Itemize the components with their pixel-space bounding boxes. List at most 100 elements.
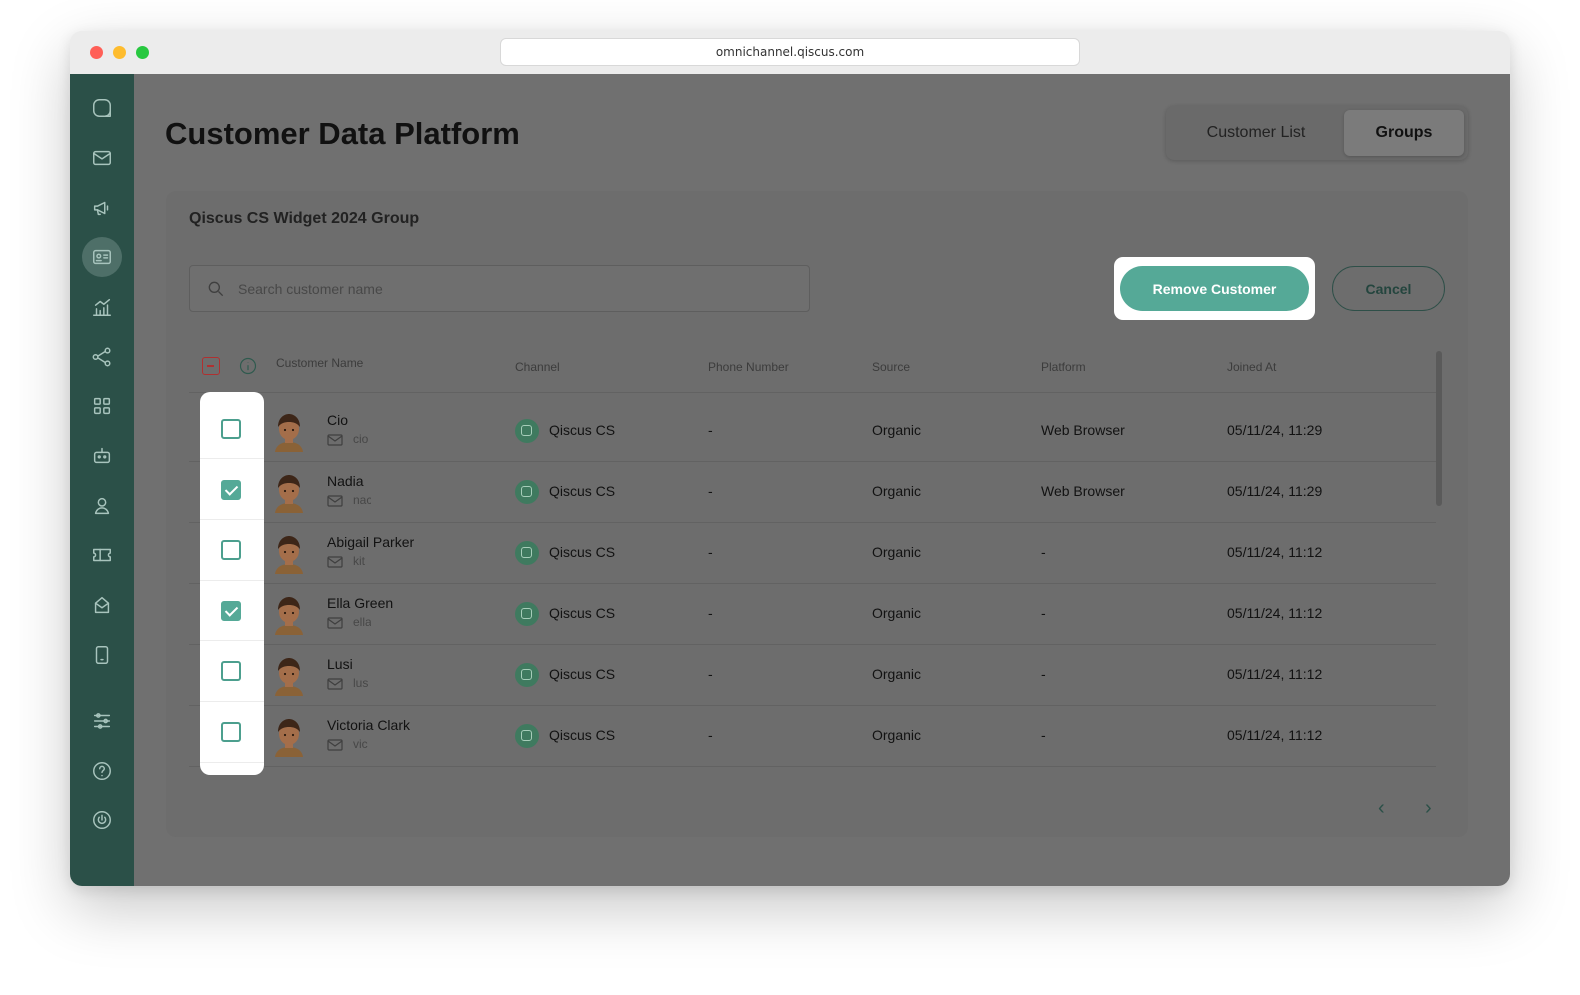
phone-cell: - xyxy=(708,422,713,438)
customer-email: lus xyxy=(353,676,369,690)
previous-page-button[interactable]: ‹ xyxy=(1378,797,1385,820)
column-header-joined: Joined At xyxy=(1227,360,1277,374)
row-checkbox[interactable] xyxy=(221,480,241,500)
joined-cell: 05/11/24, 11:12 xyxy=(1227,605,1323,621)
maximize-window-button[interactable] xyxy=(136,46,149,59)
contact-card-icon[interactable] xyxy=(82,237,122,277)
mobile-icon[interactable] xyxy=(82,635,122,675)
joined-cell: 05/11/24, 11:29 xyxy=(1227,422,1323,438)
mailbox-icon[interactable] xyxy=(82,585,122,625)
table-row[interactable]: Victoria Clark vic Qiscus CS - Organic -… xyxy=(189,706,1436,767)
platform-cell: - xyxy=(1041,666,1046,682)
customer-email: ella xyxy=(353,615,371,629)
avatar xyxy=(275,658,303,696)
email-icon xyxy=(327,738,343,751)
qiscus-logo-icon[interactable] xyxy=(82,88,122,128)
customer-name[interactable]: Victoria Clark xyxy=(327,717,410,733)
avatar xyxy=(275,475,303,513)
row-checkbox[interactable] xyxy=(221,601,241,621)
platform-cell: - xyxy=(1041,727,1046,743)
customer-name[interactable]: Cio xyxy=(327,412,348,428)
channel-cell: Qiscus CS xyxy=(549,605,616,621)
info-icon[interactable] xyxy=(238,356,258,376)
email-icon xyxy=(327,494,343,507)
phone-cell: - xyxy=(708,727,713,743)
joined-cell: 05/11/24, 11:12 xyxy=(1227,666,1323,682)
customer-email: kit xyxy=(353,554,365,568)
group-card: Qiscus CS Widget 2024 Group Remove Custo… xyxy=(166,191,1468,837)
row-checkbox[interactable] xyxy=(221,661,241,681)
qiscus-channel-icon xyxy=(515,602,539,626)
source-cell: Organic xyxy=(872,666,922,682)
column-header-name: Customer Name xyxy=(276,356,364,370)
customer-name[interactable]: Nadia xyxy=(327,473,364,489)
platform-cell: - xyxy=(1041,544,1046,560)
search-box xyxy=(189,265,810,312)
channel-cell: Qiscus CS xyxy=(549,483,616,499)
next-page-button[interactable]: › xyxy=(1425,797,1432,820)
agent-icon[interactable] xyxy=(82,486,122,526)
avatar xyxy=(275,414,303,452)
customer-name[interactable]: Abigail Parker xyxy=(327,534,414,550)
remove-highlight: Remove Customer xyxy=(1114,257,1315,320)
phone-cell: - xyxy=(708,605,713,621)
platform-cell: - xyxy=(1041,605,1046,621)
qiscus-channel-icon xyxy=(515,480,539,504)
inbox-icon[interactable] xyxy=(82,138,122,178)
avatar xyxy=(275,597,303,635)
table-row[interactable]: Lusi lus Qiscus CS - Organic - 05/11/24,… xyxy=(189,645,1436,706)
cancel-button[interactable]: Cancel xyxy=(1332,266,1445,311)
email-icon xyxy=(327,555,343,568)
column-header-source: Source xyxy=(872,360,911,374)
power-icon[interactable] xyxy=(82,800,122,840)
email-icon xyxy=(327,433,343,446)
table-row[interactable]: Ella Green ella Qiscus CS - Organic - 05… xyxy=(189,584,1436,645)
page-title: Customer Data Platform xyxy=(165,116,520,151)
source-cell: Organic xyxy=(872,422,922,438)
row-divider xyxy=(200,580,264,581)
apps-grid-icon[interactable] xyxy=(82,386,122,426)
address-bar[interactable]: omnichannel.qiscus.com xyxy=(500,38,1080,66)
search-icon xyxy=(208,281,224,297)
tab-customer-list[interactable]: Customer List xyxy=(1172,110,1340,156)
qiscus-channel-icon xyxy=(515,419,539,443)
remove-customer-button[interactable]: Remove Customer xyxy=(1120,266,1309,311)
table-row[interactable]: Cio cio Qiscus CS - Organic Web Browser … xyxy=(189,401,1436,462)
settings-sliders-icon[interactable] xyxy=(82,701,122,741)
browser-window: omnichannel.qiscus.com Customer Data Pla… xyxy=(70,31,1510,886)
row-checkbox[interactable] xyxy=(221,722,241,742)
row-divider xyxy=(200,519,264,520)
source-cell: Organic xyxy=(872,544,922,560)
phone-cell: - xyxy=(708,666,713,682)
customer-name[interactable]: Lusi xyxy=(327,656,353,672)
analytics-icon[interactable] xyxy=(82,287,122,327)
row-checkbox[interactable] xyxy=(221,419,241,439)
megaphone-icon[interactable] xyxy=(82,188,122,228)
source-cell: Organic xyxy=(872,605,922,621)
customer-email: vic xyxy=(353,737,368,751)
phone-cell: - xyxy=(708,483,713,499)
title-bar: omnichannel.qiscus.com xyxy=(70,31,1510,74)
platform-cell: Web Browser xyxy=(1041,422,1125,438)
avatar xyxy=(275,719,303,757)
ticket-icon[interactable] xyxy=(82,535,122,575)
table-row[interactable]: Abigail Parker kit Qiscus CS - Organic -… xyxy=(189,523,1436,584)
minimize-window-button[interactable] xyxy=(113,46,126,59)
customer-email: nac xyxy=(353,493,371,507)
row-checkbox[interactable] xyxy=(221,540,241,560)
customer-name[interactable]: Ella Green xyxy=(327,595,393,611)
help-icon[interactable] xyxy=(82,751,122,791)
source-cell: Organic xyxy=(872,727,922,743)
close-window-button[interactable] xyxy=(90,46,103,59)
integration-icon[interactable] xyxy=(82,337,122,377)
select-all-checkbox[interactable] xyxy=(202,357,220,375)
search-input[interactable] xyxy=(238,266,798,311)
table-scrollbar[interactable] xyxy=(1436,351,1442,506)
column-header-platform: Platform xyxy=(1041,360,1086,374)
tab-groups[interactable]: Groups xyxy=(1344,110,1464,156)
main-content: Customer Data Platform Customer List Gro… xyxy=(134,74,1510,886)
email-icon xyxy=(327,677,343,690)
table-row[interactable]: Nadia nac Qiscus CS - Organic Web Browse… xyxy=(189,462,1436,523)
row-divider xyxy=(200,640,264,641)
bot-icon[interactable] xyxy=(82,436,122,476)
